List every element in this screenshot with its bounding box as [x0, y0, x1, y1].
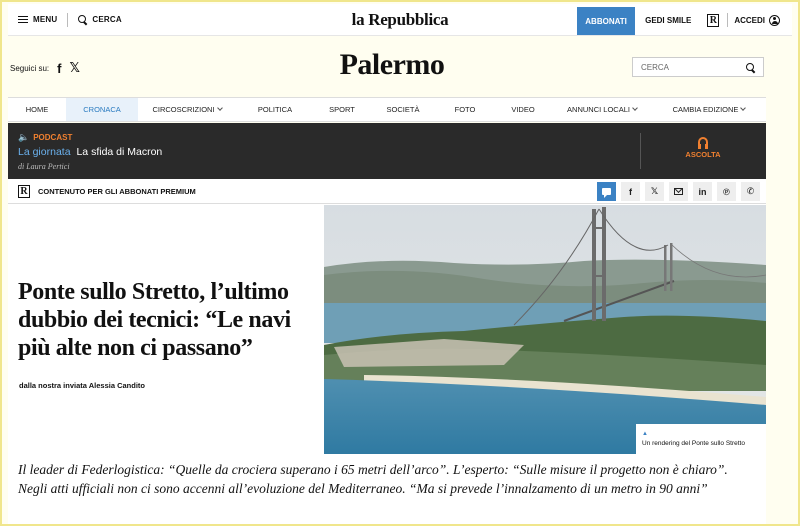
headphones-icon	[698, 137, 708, 149]
nav-label: FOTO	[454, 105, 476, 114]
podcast-episode: La sfida di Macron	[76, 146, 163, 158]
caption-text: Un rendering del Ponte sullo Stretto	[642, 440, 745, 447]
nav-item-annunci-locali[interactable]: ANNUNCI LOCALI	[552, 98, 652, 121]
nav-label: HOME	[25, 105, 49, 114]
gedi-smile-link[interactable]: GEDI SMILE	[635, 16, 699, 25]
facebook-icon[interactable]: f	[57, 61, 61, 76]
search-icon	[78, 15, 87, 24]
nav-item-sport[interactable]: SPORT	[314, 98, 370, 121]
chevron-down-icon	[216, 105, 223, 111]
search-label: CERCA	[92, 15, 122, 24]
podcast-label-text: PODCAST	[33, 133, 73, 142]
section-nav: HOME CRONACA CIRCOSCRIZIONI POLITICA SPO…	[8, 97, 766, 122]
nav-label: SPORT	[329, 105, 355, 114]
pinterest-icon: ℗	[723, 186, 730, 197]
comment-icon	[602, 188, 611, 198]
article-summary: Il leader di Federlogistica: “Quelle da …	[18, 462, 728, 496]
x-icon: 𝕏	[650, 186, 659, 196]
caption-arrow-icon: ▲	[642, 431, 648, 437]
nav-item-cambia-edizione[interactable]: CAMBIA EDIZIONE	[652, 98, 766, 121]
repubblica-r-icon: R	[18, 184, 30, 198]
section-title[interactable]: Palermo	[300, 48, 484, 82]
nav-item-cronaca[interactable]: CRONACA	[66, 98, 138, 121]
article-headline[interactable]: Ponte sullo Stretto, l’ultimo dubbio dei…	[18, 278, 318, 362]
podcast-title[interactable]: La giornata La sfida di Macron	[18, 146, 162, 158]
speaker-icon: 🔈	[18, 132, 30, 142]
premium-label: CONTENUTO PER GLI ABBONATI PREMIUM	[38, 186, 196, 196]
comments-button[interactable]	[597, 182, 616, 201]
divider	[640, 133, 641, 169]
repubblica-r-icon[interactable]: R	[707, 13, 720, 27]
site-logo[interactable]: la Repubblica	[328, 10, 472, 30]
nav-item-video[interactable]: VIDEO	[494, 98, 552, 121]
mail-icon	[674, 188, 683, 195]
x-icon[interactable]: 𝕏	[69, 60, 79, 76]
chevron-down-icon	[740, 105, 747, 111]
podcast-label: 🔈 PODCAST	[18, 132, 72, 143]
podcast-banner[interactable]: 🔈 PODCAST La giornata La sfida di Macron…	[8, 123, 766, 179]
subscribe-button[interactable]: ABBONATI	[577, 7, 636, 35]
menu-label: MENU	[33, 15, 58, 24]
nav-item-foto[interactable]: FOTO	[436, 98, 494, 121]
nav-item-home[interactable]: HOME	[8, 98, 66, 121]
search-input[interactable]	[641, 62, 731, 72]
whatsapp-icon: ✆	[746, 186, 755, 196]
user-icon	[769, 14, 780, 26]
follow-label: Seguici su:	[10, 63, 50, 73]
premium-bar: R CONTENUTO PER GLI ABBONATI PREMIUM f 𝕏…	[8, 179, 766, 204]
podcast-author: di Laura Pertici	[18, 162, 70, 171]
linkedin-icon: in	[698, 186, 707, 197]
share-email-button[interactable]	[669, 182, 688, 201]
share-buttons: f 𝕏 in ℗ ✆	[597, 182, 760, 201]
bridge-rendering-image	[324, 205, 766, 454]
hero-image[interactable]: ▲ Un rendering del Ponte sullo Stretto	[324, 205, 766, 454]
follow-us: Seguici su: f 𝕏	[10, 60, 80, 76]
nav-item-circoscrizioni[interactable]: CIRCOSCRIZIONI	[138, 98, 236, 121]
share-facebook-button[interactable]: f	[621, 182, 640, 201]
share-linkedin-button[interactable]: in	[693, 182, 712, 201]
nav-label: CRONACA	[83, 105, 121, 114]
share-whatsapp-button[interactable]: ✆	[741, 182, 760, 201]
login-label: ACCEDI	[734, 15, 765, 25]
menu-button[interactable]: MENU	[18, 15, 57, 24]
image-caption: ▲ Un rendering del Ponte sullo Stretto	[636, 424, 766, 454]
article-byline: dalla nostra inviata Alessia Candito	[19, 381, 146, 390]
top-bar: MENU CERCA la Repubblica ABBONATI GEDI S…	[8, 4, 792, 36]
nav-label: CIRCOSCRIZIONI	[152, 105, 215, 114]
share-pinterest-button[interactable]: ℗	[717, 182, 736, 201]
divider	[67, 12, 69, 27]
search-button[interactable]: CERCA	[78, 15, 122, 24]
nav-label: POLITICA	[257, 105, 293, 114]
article-hero: Ponte sullo Stretto, l’ultimo dubbio dei…	[8, 204, 766, 524]
nav-item-societa[interactable]: SOCIETÀ	[370, 98, 436, 121]
hamburger-icon	[18, 15, 28, 24]
podcast-category: La giornata	[18, 146, 71, 158]
share-x-button[interactable]: 𝕏	[645, 182, 664, 201]
nav-label: ANNUNCI LOCALI	[567, 105, 630, 114]
nav-label: VIDEO	[511, 105, 535, 114]
chevron-down-icon	[632, 105, 638, 111]
nav-label: SOCIETÀ	[386, 105, 420, 114]
search-icon[interactable]	[746, 62, 755, 72]
nav-item-politica[interactable]: POLITICA	[236, 98, 314, 121]
facebook-icon: f	[629, 186, 632, 197]
login-button[interactable]: ACCEDI	[728, 14, 792, 26]
listen-button[interactable]: ASCOLTA	[668, 137, 738, 159]
listen-label: ASCOLTA	[685, 150, 721, 159]
nav-label: CAMBIA EDIZIONE	[672, 105, 739, 114]
section-search	[632, 57, 764, 77]
